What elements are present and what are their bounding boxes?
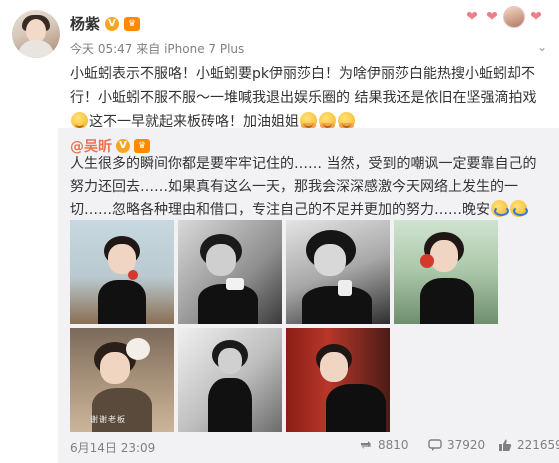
- repost-icon: [361, 441, 371, 449]
- photo-watermark: 谢谢老板: [90, 415, 126, 424]
- post-text-body: 小蚯蚓表示不服咯！小蚯蚓要pk伊丽莎白！为啥伊丽莎白能热搜小蚯蚓却不行！小蚯蚓不…: [70, 66, 537, 106]
- repost-count[interactable]: 8810: [359, 438, 409, 452]
- chevron-down-icon[interactable]: ⌄: [537, 40, 547, 54]
- clapping-face-icon: [338, 112, 355, 129]
- source-prefix: 来自: [136, 42, 161, 56]
- commenter-avatar[interactable]: [503, 6, 525, 28]
- author-name[interactable]: 杨紫: [70, 13, 100, 34]
- post-source[interactable]: iPhone 7 Plus: [164, 42, 244, 56]
- author-avatar[interactable]: [12, 10, 60, 58]
- clapping-face-icon: [300, 112, 317, 129]
- comment-icon: [428, 439, 442, 451]
- vip-badge-icon: ♛: [134, 139, 150, 153]
- heart-icon: ❤: [530, 9, 542, 25]
- verified-badge-icon: V: [105, 16, 120, 31]
- verified-badge-icon: V: [116, 139, 130, 153]
- repost-text-body: 人生很多的瞬间你都是要牢牢记住的…… 当然，受到的嘲讽一定要靠自己的努力还回去……: [70, 156, 537, 218]
- top-right-cluster: ❤ ❤ ❤: [463, 6, 545, 28]
- smirk-face-icon: [71, 112, 88, 129]
- photo-thumbnail-6[interactable]: [178, 328, 282, 432]
- heart-icon: ❤: [466, 9, 478, 25]
- comment-count-value: 37920: [447, 438, 486, 452]
- photo-thumbnail-2[interactable]: [178, 220, 282, 324]
- like-count-value: 221659: [517, 438, 559, 452]
- post-time[interactable]: 今天 05:47: [70, 42, 132, 56]
- comment-count[interactable]: 37920: [428, 438, 485, 452]
- repost-card: @吴昕 V ♛ 人生很多的瞬间你都是要牢牢记住的…… 当然，受到的嘲讽一定要靠自…: [58, 128, 559, 463]
- vip-badge-icon: ♛: [124, 16, 141, 31]
- clapping-face-icon: [319, 112, 336, 129]
- photo-thumbnail-1[interactable]: [70, 220, 174, 324]
- sleepy-face-icon: [510, 200, 528, 217]
- like-count[interactable]: 221659: [498, 438, 559, 452]
- photo-thumbnail-4[interactable]: [394, 220, 498, 324]
- repost-date[interactable]: 6月14日 23:09: [70, 439, 155, 456]
- heart-icon: ❤: [486, 9, 498, 25]
- post-meta: 今天 05:47 来自 iPhone 7 Plus: [70, 40, 244, 57]
- repost-count-value: 8810: [378, 438, 409, 452]
- post-author[interactable]: 杨紫 V ♛: [70, 13, 141, 34]
- post-footer: 6月14日 23:09 8810 37920 221659: [58, 435, 559, 463]
- photo-thumbnail-3[interactable]: [286, 220, 390, 324]
- photo-thumbnail-7[interactable]: [286, 328, 390, 432]
- sleepy-face-icon: [491, 200, 509, 217]
- photo-thumbnail-5[interactable]: 谢谢老板: [70, 328, 174, 432]
- post-text: 小蚯蚓表示不服咯！小蚯蚓要pk伊丽莎白！为啥伊丽莎白能热搜小蚯蚓却不行！小蚯蚓不…: [70, 62, 546, 134]
- like-icon: [499, 439, 512, 451]
